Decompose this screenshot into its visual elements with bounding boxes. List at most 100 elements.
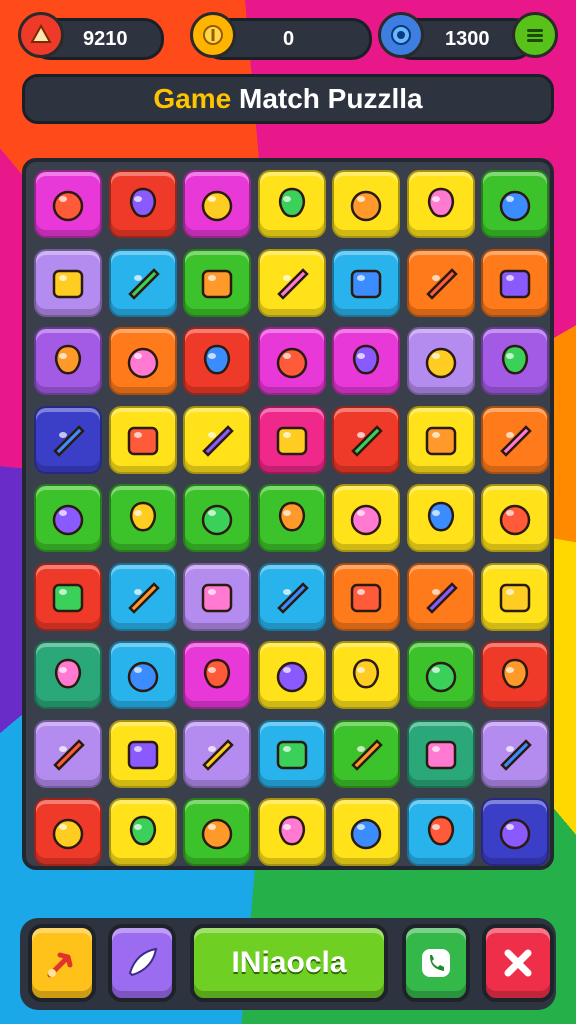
board-tile[interactable] [481, 641, 549, 709]
call-button[interactable] [402, 924, 470, 1002]
coin-icon [190, 12, 236, 58]
fish-icon [202, 738, 234, 771]
board-tile[interactable] [481, 170, 549, 238]
board-tile[interactable] [332, 248, 400, 317]
board-tile[interactable] [481, 798, 549, 866]
box-icon [204, 344, 230, 375]
board-tile[interactable] [257, 405, 326, 474]
crown-box-icon [427, 187, 454, 218]
main-action-button[interactable]: INiaocla [190, 924, 388, 1002]
ring-icon [499, 504, 531, 536]
board-tile[interactable] [183, 798, 251, 866]
board-tile[interactable] [108, 484, 177, 552]
board-tile[interactable] [406, 405, 475, 474]
heart-icon [127, 740, 158, 769]
board-tile[interactable] [481, 484, 549, 552]
board-tile[interactable] [108, 562, 177, 631]
board-tile[interactable] [34, 719, 102, 788]
board-tile[interactable] [183, 248, 251, 317]
green-apple-icon [278, 815, 305, 846]
rocket-button[interactable] [108, 924, 176, 1002]
potion-icon [425, 426, 456, 455]
board-tile[interactable] [34, 248, 102, 317]
board-tile[interactable] [332, 798, 400, 866]
board-tile[interactable] [183, 641, 251, 709]
board-tile[interactable] [257, 798, 326, 866]
close-button[interactable] [482, 924, 554, 1002]
board-tile[interactable] [332, 405, 400, 474]
board-tile[interactable] [406, 327, 475, 395]
orange-fruit-icon [500, 424, 532, 457]
chocolate-icon [55, 344, 81, 375]
board-tile[interactable] [34, 798, 102, 866]
title-part-2: Match Puzzlla [239, 83, 423, 114]
pepperoni-icon [127, 661, 158, 693]
board-tile[interactable] [481, 248, 549, 317]
board-tile[interactable] [108, 798, 177, 866]
board-tile[interactable] [34, 562, 102, 631]
board-tile[interactable] [481, 327, 549, 395]
board-tile[interactable] [332, 484, 400, 552]
fries-icon [53, 424, 85, 457]
board-tile[interactable] [257, 641, 326, 709]
board-tile[interactable] [406, 719, 475, 788]
board-tile[interactable] [183, 170, 251, 238]
board-tile[interactable] [257, 170, 326, 238]
board-tile[interactable] [183, 327, 251, 395]
board-tile[interactable] [108, 719, 177, 788]
board-tile[interactable] [481, 719, 549, 788]
board-tile[interactable] [406, 798, 475, 866]
cake-icon [350, 190, 382, 222]
board-tile[interactable] [406, 641, 475, 709]
lemon-icon [499, 269, 531, 298]
board-tile[interactable] [183, 719, 251, 788]
board-tile[interactable] [257, 484, 326, 552]
board-tile[interactable] [406, 484, 475, 552]
menu-icon[interactable] [512, 12, 558, 58]
gem-icon [378, 12, 424, 58]
mango-icon [129, 501, 156, 532]
board-tile[interactable] [332, 170, 400, 238]
board-tile[interactable] [257, 719, 326, 788]
cup-icon [127, 267, 160, 300]
board-tile[interactable] [406, 562, 475, 631]
profile-icon[interactable] [18, 12, 64, 58]
plum-icon [502, 658, 528, 689]
hint-button[interactable] [28, 924, 96, 1002]
board-tile[interactable] [108, 248, 177, 317]
board-tile[interactable] [332, 562, 400, 631]
apple-icon [499, 190, 531, 222]
board-tile[interactable] [183, 484, 251, 552]
board-tile[interactable] [332, 641, 400, 709]
board-tile[interactable] [332, 719, 400, 788]
board-tile[interactable] [481, 562, 549, 631]
no-sign-icon [201, 504, 233, 536]
box-icon [499, 583, 531, 612]
board-tile[interactable] [257, 327, 326, 395]
gem-icon [425, 347, 456, 379]
board-tile[interactable] [257, 562, 326, 631]
board-tile[interactable] [108, 405, 177, 474]
board-tile[interactable] [34, 405, 102, 474]
board-tile[interactable] [332, 327, 400, 395]
board-tile[interactable] [34, 641, 102, 709]
cup-drink-icon [55, 658, 81, 689]
board-tile[interactable] [406, 248, 475, 317]
board-tile[interactable] [108, 170, 177, 238]
board-tile[interactable] [481, 405, 549, 474]
leaf-icon [52, 504, 84, 536]
puzzle-board [22, 158, 554, 870]
board-tile[interactable] [108, 327, 177, 395]
board-tile[interactable] [183, 562, 251, 631]
board-tile[interactable] [34, 327, 102, 395]
phone-icon [422, 949, 450, 977]
board-tile[interactable] [34, 484, 102, 552]
board-tile[interactable] [406, 170, 475, 238]
board-tile[interactable] [257, 248, 326, 317]
board-tile[interactable] [108, 641, 177, 709]
chili-icon [129, 815, 156, 846]
board-tile[interactable] [183, 405, 251, 474]
purple-candy-icon [52, 818, 84, 850]
green-blob-icon [52, 190, 84, 222]
board-tile[interactable] [34, 170, 102, 238]
